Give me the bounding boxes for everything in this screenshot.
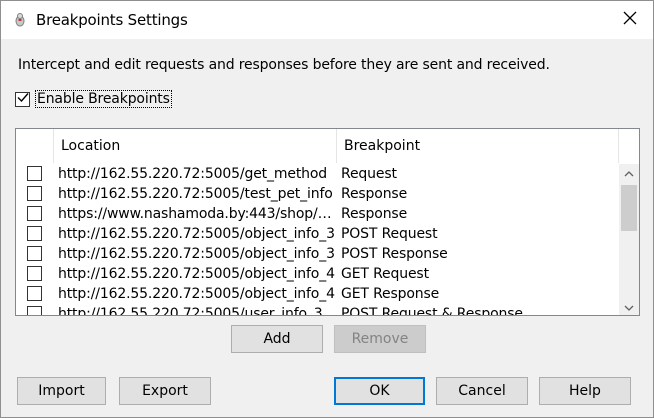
help-button[interactable]: Help [539,377,631,405]
row-checkbox[interactable] [27,266,42,281]
row-location: http://162.55.220.72:5005/object_info_4 [58,266,335,282]
row-checkbox[interactable] [27,306,42,315]
row-breakpoint: Response [341,206,408,222]
column-divider[interactable] [618,129,619,163]
scrollbar-thumb[interactable] [621,185,637,231]
row-breakpoint: GET Request [341,266,429,282]
column-header-location[interactable]: Location [53,129,336,163]
table-row[interactable]: https://www.nashamoda.by:443/shop/sp... … [16,204,619,224]
import-button[interactable]: Import [17,377,106,405]
breakpoints-settings-dialog: Breakpoints Settings Intercept and edit … [0,0,654,418]
row-breakpoint: Request [341,166,397,182]
row-checkbox[interactable] [27,286,42,301]
column-header-breakpoint[interactable]: Breakpoint [336,129,618,163]
ok-button[interactable]: OK [334,377,425,405]
close-icon [623,11,637,29]
table-header: Location Breakpoint [16,129,639,163]
row-location: http://162.55.220.72:5005/object_info_3 [58,226,335,242]
row-breakpoint: POST Response [341,246,448,262]
remove-button[interactable]: Remove [334,325,426,353]
row-breakpoint: POST Request & Response [341,306,523,316]
column-header-select[interactable] [16,129,53,163]
window-title: Breakpoints Settings [36,11,188,29]
dialog-description: Intercept and edit requests and response… [18,57,550,73]
row-location: http://162.55.220.72:5005/test_pet_info [58,186,333,202]
scroll-down-button[interactable] [619,298,639,315]
row-checkbox[interactable] [27,246,42,261]
row-location: http://162.55.220.72:5005/user_info_3 [58,306,323,316]
row-location: http://162.55.220.72:5005/get_method [58,166,328,182]
table-row[interactable]: http://162.55.220.72:5005/object_info_4 … [16,284,619,304]
table-row[interactable]: http://162.55.220.72:5005/object_info_4 … [16,264,619,284]
table-row[interactable]: http://162.55.220.72:5005/user_info_3 PO… [16,304,619,316]
table-row[interactable]: http://162.55.220.72:5005/get_method Req… [16,164,619,184]
row-location: https://www.nashamoda.by:443/shop/sp... [58,206,336,222]
row-checkbox[interactable] [27,206,42,221]
vertical-scrollbar[interactable] [619,164,639,315]
close-button[interactable] [607,1,653,39]
export-button[interactable]: Export [119,377,211,405]
table-row[interactable]: http://162.55.220.72:5005/object_info_3 … [16,244,619,264]
row-location: http://162.55.220.72:5005/object_info_3 [58,246,335,262]
row-checkbox[interactable] [27,226,42,241]
row-breakpoint: Response [341,186,408,202]
add-button[interactable]: Add [231,325,323,353]
row-checkbox[interactable] [27,166,42,181]
chevron-down-icon [624,299,634,315]
breakpoints-table: Location Breakpoint http://162.55.220.72… [15,128,640,316]
cancel-button[interactable]: Cancel [436,377,528,405]
table-row[interactable]: http://162.55.220.72:5005/object_info_3 … [16,224,619,244]
scroll-up-button[interactable] [619,164,639,182]
checkmark-icon [17,91,29,107]
row-location: http://162.55.220.72:5005/object_info_4 [58,286,335,302]
table-row[interactable]: http://162.55.220.72:5005/test_pet_info … [16,184,619,204]
enable-breakpoints-checkbox[interactable]: Enable Breakpoints [15,90,172,108]
app-icon [13,12,27,28]
row-checkbox[interactable] [27,186,42,201]
enable-breakpoints-checkbox-box[interactable] [15,91,30,107]
title-bar: Breakpoints Settings [1,1,653,39]
row-breakpoint: POST Request [341,226,438,242]
chevron-up-icon [624,165,634,181]
table-body: http://162.55.220.72:5005/get_method Req… [16,164,619,316]
enable-breakpoints-label[interactable]: Enable Breakpoints [35,90,172,108]
row-breakpoint: GET Response [341,286,440,302]
